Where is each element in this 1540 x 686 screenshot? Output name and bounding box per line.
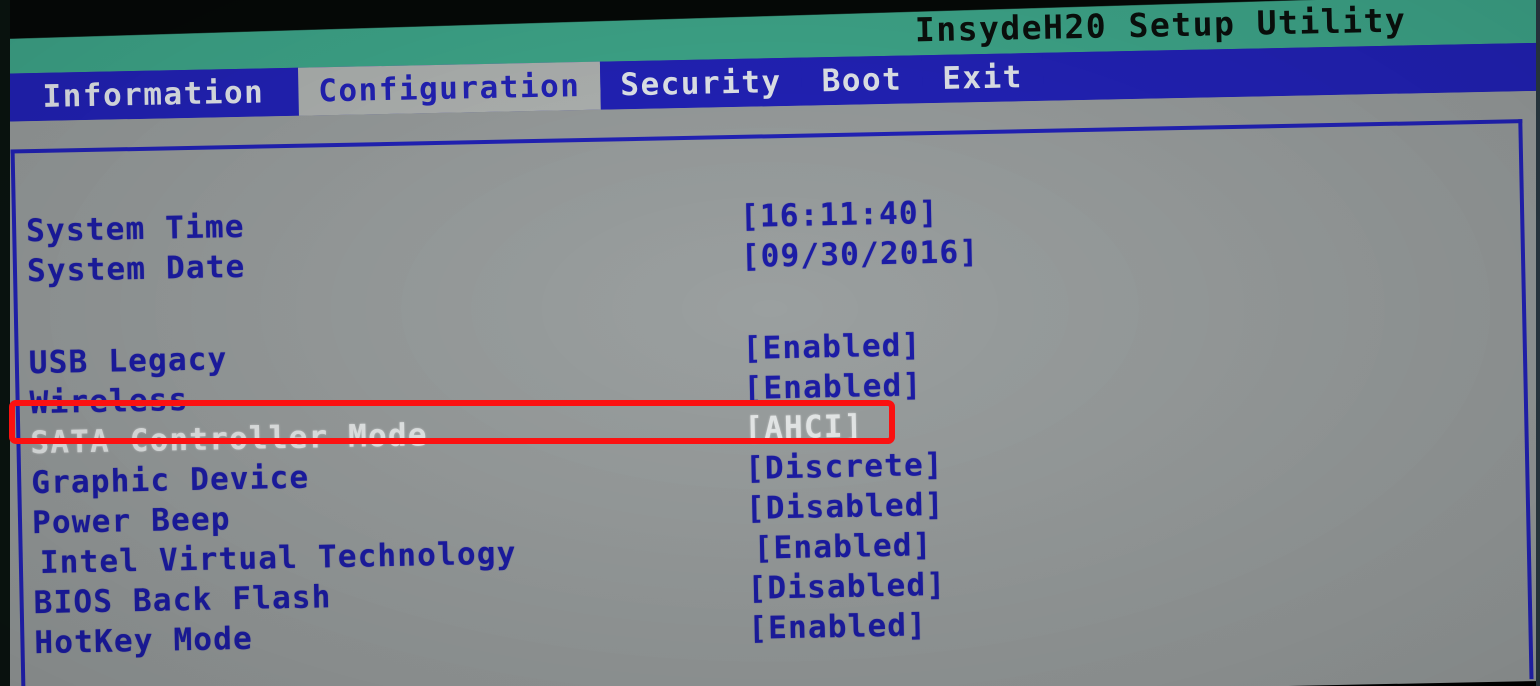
bios-setup-utility-screen: InsydeH20 Setup Utility Information Conf… — [0, 0, 1540, 686]
setting-value[interactable]: [16:11:40] — [740, 195, 939, 235]
tab-security[interactable]: Security — [599, 57, 803, 110]
setting-value[interactable]: [Enabled] — [748, 607, 927, 647]
tab-information[interactable]: Information — [0, 67, 299, 122]
setting-value[interactable]: [Enabled] — [753, 527, 932, 567]
setting-value[interactable]: [Disabled] — [747, 567, 946, 607]
settings-list: System Time [16:11:40] System Date [09/3… — [26, 183, 1435, 663]
tab-configuration[interactable]: Configuration — [297, 61, 601, 116]
setting-value[interactable]: [Enabled] — [743, 367, 922, 407]
setting-value[interactable]: [09/30/2016] — [741, 234, 980, 275]
tab-boot[interactable]: Boot — [801, 55, 923, 106]
setting-value[interactable]: [Discrete] — [745, 447, 944, 487]
app-title: InsydeH20 Setup Utility — [914, 0, 1407, 49]
tab-exit[interactable]: Exit — [921, 52, 1044, 104]
setting-value[interactable]: [Disabled] — [746, 487, 945, 527]
setting-value[interactable]: [AHCI] — [744, 408, 864, 446]
bios-screenshot: InsydeH20 Setup Utility Information Conf… — [0, 0, 1540, 686]
setting-value[interactable]: [Enabled] — [742, 327, 921, 367]
